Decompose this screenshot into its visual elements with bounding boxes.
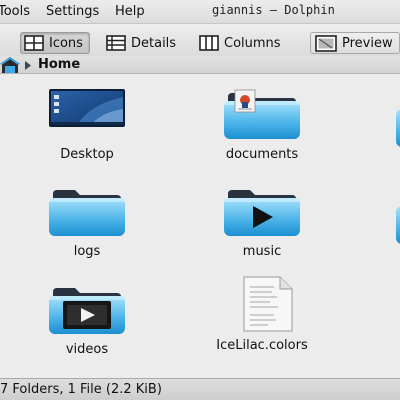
home-icon[interactable]: [0, 57, 20, 73]
folder-icon: [396, 109, 400, 147]
status-bar: 7 Folders, 1 File (2.2 KiB): [0, 378, 400, 400]
details-view-label: Details: [131, 35, 177, 51]
menu-settings[interactable]: Settings: [46, 4, 99, 19]
status-text: 7 Folders, 1 File (2.2 KiB): [0, 382, 162, 397]
icons-view-label: Icons: [49, 35, 83, 51]
breadcrumb: Home: [0, 56, 400, 74]
menu-bar: Tools Settings Help giannis – Dolphin: [0, 0, 400, 24]
file-item-desktop[interactable]: Desktop: [12, 89, 162, 162]
desktop-folder-icon: [49, 89, 125, 127]
breadcrumb-home[interactable]: Home: [38, 57, 80, 72]
menu-help[interactable]: Help: [115, 4, 145, 19]
file-item-music[interactable]: music: [187, 186, 337, 259]
columns-view-label: Columns: [224, 35, 281, 51]
icons-view-icon: [24, 35, 44, 51]
text-file-icon: [243, 276, 293, 332]
file-name: IceLilac.colors: [216, 338, 308, 353]
file-name: videos: [65, 342, 109, 357]
preview-button[interactable]: Preview: [310, 32, 400, 54]
file-name: logs: [73, 244, 101, 259]
file-name: music: [242, 244, 282, 259]
arrow-right-icon: [25, 61, 31, 70]
menu-tools[interactable]: Tools: [0, 4, 30, 19]
details-view-button[interactable]: Details: [106, 32, 176, 54]
videos-folder-icon: [49, 288, 125, 334]
details-view-icon: [106, 35, 126, 51]
file-view[interactable]: Desktop documents logs music videos IceL…: [0, 75, 400, 378]
columns-view-button[interactable]: Columns: [199, 32, 281, 54]
music-folder-icon: [224, 190, 300, 236]
icons-view-button[interactable]: Icons: [20, 32, 90, 54]
preview-icon: [315, 34, 337, 52]
columns-view-icon: [199, 35, 219, 51]
file-item-documents[interactable]: documents: [187, 89, 337, 162]
file-name: documents: [225, 147, 299, 162]
toolbar: Icons Details Columns Preview: [0, 24, 400, 60]
file-name: Desktop: [60, 147, 114, 162]
window-title: giannis – Dolphin: [212, 3, 335, 17]
documents-folder-icon: [224, 89, 300, 139]
preview-label: Preview: [342, 35, 393, 51]
folder-icon: [396, 206, 400, 244]
file-item-logs[interactable]: logs: [12, 186, 162, 259]
file-item-icelilac-colors[interactable]: IceLilac.colors: [187, 275, 337, 353]
folder-icon: [49, 190, 125, 236]
file-item-videos[interactable]: videos: [12, 284, 162, 357]
